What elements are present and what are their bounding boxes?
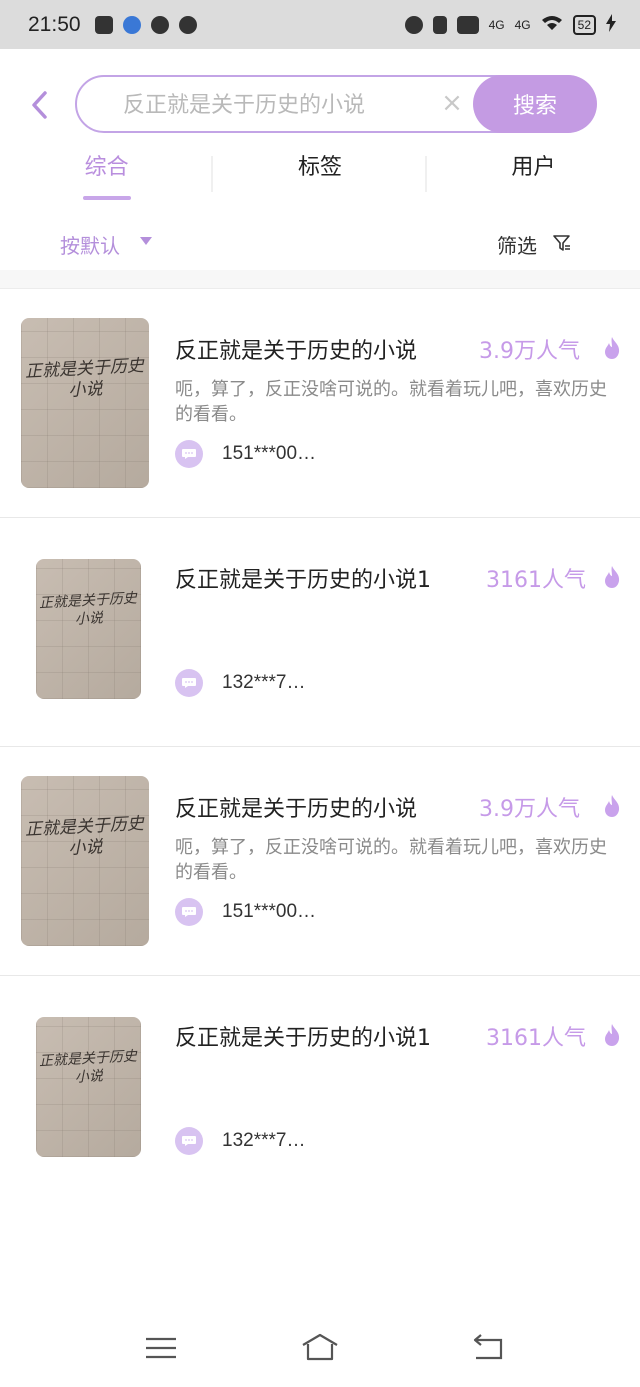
- back-icon[interactable]: [468, 1331, 508, 1365]
- filter-icon[interactable]: [552, 233, 572, 253]
- result-list: 正就是关于历史小说 反正就是关于历史的小说 3.9万人气 呃，算了，反正没啥可说…: [0, 289, 640, 1205]
- author-row[interactable]: 132***7…: [175, 669, 305, 697]
- caret-down-icon[interactable]: [140, 237, 152, 245]
- book-title[interactable]: 反正就是关于历史的小说1: [175, 562, 431, 594]
- status-right-icons: 4G 4G 52: [404, 14, 616, 35]
- link-icon: [150, 15, 169, 34]
- result-card[interactable]: 正就是关于历史小说 反正就是关于历史的小说1 3161人气 132***7…: [0, 976, 640, 1205]
- book-cover[interactable]: 正就是关于历史小说: [36, 559, 141, 699]
- avatar: [175, 1127, 203, 1155]
- chat-bubble-icon: [182, 907, 196, 917]
- author-name: 151***00…: [222, 443, 317, 464]
- home-icon[interactable]: [300, 1331, 340, 1365]
- popularity-count: 3161人气: [486, 1026, 586, 1051]
- fire-icon: [605, 795, 620, 817]
- book-title[interactable]: 反正就是关于历史的小说: [175, 333, 417, 365]
- author-name: 151***00…: [222, 901, 317, 922]
- book-description: 呃，算了，反正没啥可说的。就看着玩儿吧，喜欢历史的看看。: [175, 379, 607, 425]
- battery-icon: 52: [572, 14, 596, 35]
- charging-icon: [606, 14, 616, 35]
- book-description: 呃，算了，反正没啥可说的。就看着玩儿吧，喜欢历史的看看。: [175, 837, 607, 883]
- cover-handwriting: 正就是关于历史小说: [24, 355, 145, 401]
- tab-comprehensive[interactable]: 综合: [0, 140, 213, 204]
- fire-icon: [605, 337, 620, 359]
- cover-handwriting: 正就是关于历史小说: [24, 813, 145, 859]
- cover-handwriting: 正就是关于历史小说: [38, 590, 138, 627]
- cover-handwriting: 正就是关于历史小说: [38, 1048, 138, 1085]
- chat-bubble-icon: [182, 449, 196, 459]
- author-row[interactable]: 151***00…: [175, 898, 316, 926]
- author-name: 132***7…: [222, 1130, 306, 1151]
- alarm-icon: [404, 15, 423, 34]
- tab-tags[interactable]: 标签: [213, 140, 426, 204]
- status-time: 21:50: [28, 12, 81, 36]
- book-title[interactable]: 反正就是关于历史的小说: [175, 791, 417, 823]
- filter-row: 按默认 筛选: [0, 214, 640, 274]
- avatar: [175, 898, 203, 926]
- tab-users[interactable]: 用户: [427, 140, 640, 204]
- section-separator: [0, 270, 640, 289]
- mail-icon: [94, 15, 113, 34]
- tab-bar: 综合 标签 用户: [0, 140, 640, 204]
- tab-divider: [425, 156, 427, 192]
- hd-icon: [456, 15, 479, 34]
- clear-icon[interactable]: ×: [439, 90, 465, 116]
- result-card[interactable]: 正就是关于历史小说 反正就是关于历史的小说 3.9万人气 呃，算了，反正没啥可说…: [0, 747, 640, 976]
- sort-dropdown[interactable]: 按默认: [60, 230, 120, 259]
- status-bar: 21:50 4G 4G 52: [0, 0, 640, 49]
- author-row[interactable]: 151***00…: [175, 440, 316, 468]
- search-button[interactable]: 搜索: [473, 75, 597, 133]
- back-button[interactable]: [26, 86, 52, 124]
- chevron-left-icon: [32, 91, 47, 119]
- fire-icon: [605, 566, 620, 588]
- book-title[interactable]: 反正就是关于历史的小说1: [175, 1020, 431, 1052]
- status-left-icons: [94, 15, 197, 34]
- 4g-signal-icon: 4G: [488, 17, 505, 32]
- wifi-icon: [541, 15, 563, 34]
- popularity-count: 3.9万人气: [479, 797, 580, 822]
- search-input[interactable]: [121, 77, 425, 133]
- system-nav-bar: [0, 1305, 640, 1387]
- chat-bubble-icon: [182, 1136, 196, 1146]
- 4g-signal-icon: 4G: [514, 17, 531, 32]
- popularity-count: 3.9万人气: [479, 339, 580, 364]
- author-name: 132***7…: [222, 672, 306, 693]
- avatar: [175, 440, 203, 468]
- vibrate-icon: [432, 15, 447, 34]
- chat-bubble-icon: [182, 678, 196, 688]
- avatar: [175, 669, 203, 697]
- book-cover[interactable]: 正就是关于历史小说: [21, 776, 149, 946]
- result-card[interactable]: 正就是关于历史小说 反正就是关于历史的小说1 3161人气 132***7…: [0, 518, 640, 747]
- tab-divider: [211, 156, 213, 192]
- paw-icon: [122, 15, 141, 34]
- author-row[interactable]: 132***7…: [175, 1127, 305, 1155]
- compass-icon: [178, 15, 197, 34]
- menu-icon[interactable]: [141, 1331, 181, 1365]
- search-header: × 搜索 综合 标签 用户 按默认 筛选: [0, 49, 640, 274]
- result-card[interactable]: 正就是关于历史小说 反正就是关于历史的小说 3.9万人气 呃，算了，反正没啥可说…: [0, 289, 640, 518]
- popularity-count: 3161人气: [486, 568, 586, 593]
- filter-button[interactable]: 筛选: [497, 230, 537, 259]
- fire-icon: [605, 1024, 620, 1046]
- book-cover[interactable]: 正就是关于历史小说: [36, 1017, 141, 1157]
- book-cover[interactable]: 正就是关于历史小说: [21, 318, 149, 488]
